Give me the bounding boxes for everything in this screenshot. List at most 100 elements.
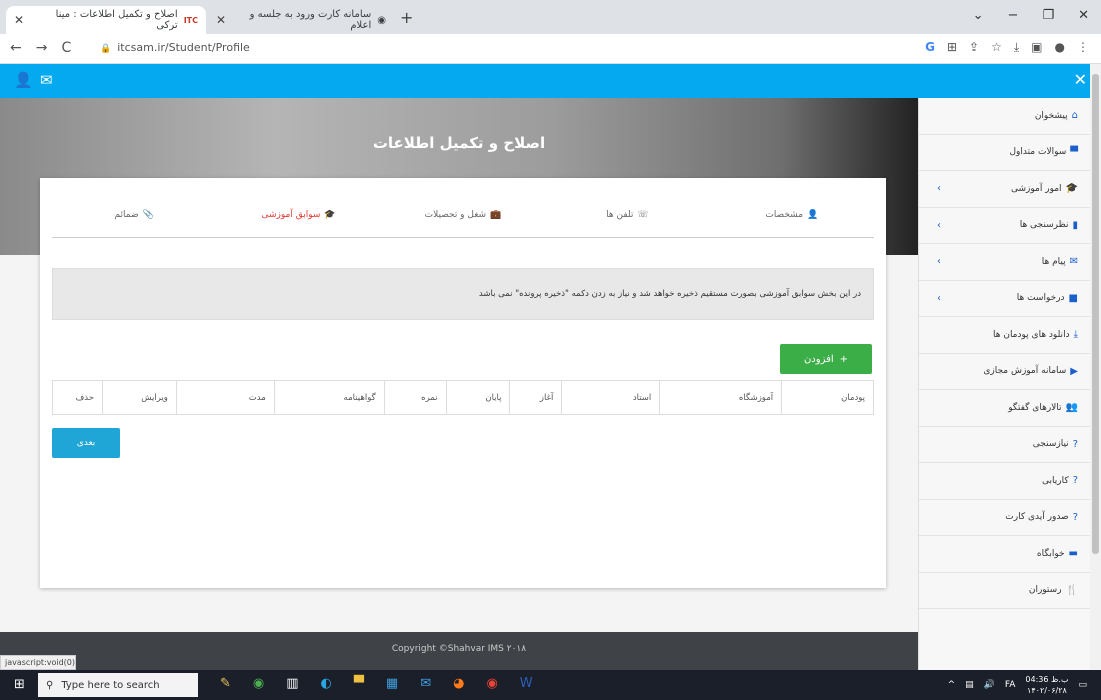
home-icon: ⌂ bbox=[1071, 110, 1078, 122]
utensils-icon: 🍴 bbox=[1065, 584, 1078, 596]
chevron-left-icon: ‹ bbox=[937, 183, 941, 195]
comment-icon: ■ bbox=[1068, 292, 1078, 304]
back-icon[interactable]: ← bbox=[10, 40, 22, 56]
minimize-icon[interactable]: − bbox=[1008, 8, 1019, 23]
question-circle-icon: ? bbox=[1072, 475, 1078, 487]
google-icon[interactable]: G bbox=[925, 40, 935, 55]
sidebar-item-needs-assessment[interactable]: نیازسنجی? bbox=[919, 427, 1090, 463]
user-icon: 👤 bbox=[807, 210, 819, 220]
close-menu-icon[interactable]: ✕ bbox=[1074, 70, 1087, 89]
search-icon: ⚲ bbox=[46, 679, 54, 691]
notification-icon[interactable]: ▭ bbox=[1078, 680, 1087, 690]
volume-icon[interactable]: 🔊 bbox=[984, 680, 995, 690]
task-view-icon[interactable]: ▥ bbox=[286, 676, 298, 691]
sidebar-item-education[interactable]: ‹ امور آموزشی 🎓 bbox=[919, 171, 1090, 208]
next-button[interactable]: بعدی bbox=[52, 428, 120, 458]
bed-icon: ▬ bbox=[1068, 548, 1078, 560]
tab-search-icon[interactable]: ⌄ bbox=[973, 8, 984, 23]
scrollbar-thumb[interactable] bbox=[1092, 74, 1099, 554]
table-header-row: پودمان آموزشگاه استاد آغاز پایان نمره گو… bbox=[52, 380, 874, 415]
chrome-icon[interactable]: ◉ bbox=[253, 676, 264, 691]
sidebar-item-forums[interactable]: تالارهای گفتگو 👥 bbox=[919, 390, 1090, 427]
download-icon[interactable]: ⤓ bbox=[1014, 40, 1019, 55]
tray-chevron-icon[interactable]: ^ bbox=[948, 680, 956, 690]
tab-phones[interactable]: ☏تلفن ها bbox=[545, 198, 709, 237]
column-header: پودمان bbox=[781, 380, 874, 415]
browser-tab-active[interactable]: ITC اصلاح و تکمیل اطلاعات : مینا ترکی ✕ bbox=[6, 6, 206, 34]
page-scrollbar[interactable] bbox=[1090, 64, 1101, 670]
sidebar-item-faq[interactable]: سوالات متداول ▀ bbox=[919, 135, 1090, 171]
chevron-left-icon: ‹ bbox=[937, 292, 941, 304]
word-icon[interactable]: W bbox=[520, 676, 533, 691]
widgets-icon[interactable]: ✎ bbox=[220, 676, 231, 691]
sidepanel-icon[interactable]: ▣ bbox=[1031, 40, 1042, 55]
column-header: استاد bbox=[561, 380, 661, 415]
translate-icon[interactable]: ⊞ bbox=[947, 40, 957, 55]
sidebar-item-virtual-learning[interactable]: سامانه آموزش مجازی ▶ bbox=[919, 354, 1090, 390]
column-header: حذف bbox=[52, 380, 103, 415]
sidebar-item-job-search[interactable]: کاریابی? bbox=[919, 463, 1090, 500]
sidebar-item-requests[interactable]: ‹ درخواست ها ■ bbox=[919, 281, 1090, 317]
column-header: پایان bbox=[445, 380, 511, 415]
reload-icon[interactable]: C bbox=[61, 40, 71, 56]
file-explorer-icon[interactable]: ▀ bbox=[354, 676, 364, 691]
chrome-active-icon[interactable]: ◉ bbox=[486, 676, 497, 691]
main-content: اصلاح و تکمیل اطلاعات 👤مشخصات ☏تلفن ها 💼… bbox=[0, 98, 918, 632]
info-notice: در این بخش سوابق آموزشی بصورت مستقیم ذخی… bbox=[52, 268, 874, 320]
column-header: مدت bbox=[175, 380, 275, 415]
browser-tab[interactable]: ◉ سامانه کارت ورود به جلسه و اعلام ✕ bbox=[208, 6, 394, 34]
sidebar-item-id-card[interactable]: صدور آیدی کارت? bbox=[919, 500, 1090, 536]
chat-icon: ▀ bbox=[1070, 146, 1078, 158]
restore-icon[interactable]: ❐ bbox=[1042, 8, 1054, 23]
browser-tab-strip: ITC اصلاح و تکمیل اطلاعات : مینا ترکی ✕ … bbox=[0, 0, 1101, 34]
page-title: اصلاح و تکمیل اطلاعات bbox=[372, 134, 546, 152]
taskbar-apps: ✎ ◉ ▥ ◐ ▀ ▦ ✉ ◕ ◉ W bbox=[220, 676, 533, 691]
close-tab-icon[interactable]: ✕ bbox=[216, 13, 226, 27]
edge-icon[interactable]: ◐ bbox=[321, 676, 332, 691]
tab-attachments[interactable]: 📎ضمائم bbox=[52, 198, 216, 237]
firefox-icon[interactable]: ◕ bbox=[453, 676, 464, 691]
app-top-bar: 👤 ✉ ✕ bbox=[0, 64, 1101, 98]
url-field[interactable]: 🔒 itcsam.ir/Student/Profile bbox=[100, 41, 250, 54]
question-circle-icon: ? bbox=[1072, 438, 1078, 450]
education-records-table: پودمان آموزشگاه استاد آغاز پایان نمره گو… bbox=[52, 380, 874, 415]
graduation-cap-icon: 🎓 bbox=[324, 210, 336, 220]
chevron-left-icon: ‹ bbox=[937, 219, 941, 231]
download-icon: ⤓ bbox=[1073, 329, 1078, 341]
clock[interactable]: 04:36 ب.ظ ۱۴۰۲/۰۶/۲۸ bbox=[1025, 674, 1068, 696]
sidebar-item-messages[interactable]: ‹ پیام ها ✉ bbox=[919, 244, 1090, 281]
tab-educational-records[interactable]: 🎓سوابق آموزشی bbox=[216, 198, 380, 237]
profile-icon[interactable]: ● bbox=[1055, 40, 1065, 55]
taskbar-search[interactable]: ⚲ Type here to search bbox=[38, 673, 198, 697]
sidebar-item-downloads[interactable]: دانلود های پودمان ها ⤓ bbox=[919, 317, 1090, 354]
windows-start-icon[interactable]: ⊞ bbox=[14, 677, 25, 692]
sidebar-item-dormitory[interactable]: خوابگاه ▬ bbox=[919, 536, 1090, 573]
sidebar-item-restaurant[interactable]: رستوران 🍴 bbox=[919, 573, 1090, 609]
users-icon: 👥 bbox=[1065, 402, 1078, 414]
forward-icon[interactable]: → bbox=[36, 40, 48, 56]
status-bar-link: javascript:void(0) bbox=[0, 655, 76, 670]
new-tab-button[interactable]: + bbox=[400, 8, 413, 27]
paperclip-icon: 📎 bbox=[142, 210, 154, 220]
sidebar-item-dashboard[interactable]: پیشخوان ⌂ bbox=[919, 98, 1090, 135]
network-icon[interactable]: ▤ bbox=[965, 680, 974, 690]
graduation-cap-icon: 🎓 bbox=[1065, 183, 1078, 195]
envelope-icon[interactable]: ✉ bbox=[40, 71, 53, 89]
windows-taskbar: ⊞ ⚲ Type here to search ✎ ◉ ▥ ◐ ▀ ▦ ✉ ◕ … bbox=[0, 670, 1101, 700]
chevron-left-icon: ‹ bbox=[937, 256, 941, 268]
user-icon[interactable]: 👤 bbox=[14, 71, 33, 89]
bookmark-star-icon[interactable]: ☆ bbox=[991, 40, 1002, 55]
sidebar-item-surveys[interactable]: ‹ نظرسنجی ها ▮ bbox=[919, 208, 1090, 244]
store-icon[interactable]: ▦ bbox=[386, 676, 398, 691]
tab-job-education[interactable]: 💼شغل و تحصیلات bbox=[381, 198, 545, 237]
close-window-icon[interactable]: ✕ bbox=[1078, 8, 1089, 23]
share-icon[interactable]: ⇪ bbox=[969, 40, 979, 55]
language-indicator[interactable]: FA bbox=[1005, 680, 1016, 690]
mail-icon[interactable]: ✉ bbox=[420, 676, 431, 691]
close-tab-icon[interactable]: ✕ bbox=[14, 13, 24, 27]
column-header: آغاز bbox=[509, 380, 563, 415]
lock-icon: 🔒 bbox=[100, 44, 112, 54]
tab-profile[interactable]: 👤مشخصات bbox=[710, 198, 874, 237]
menu-icon[interactable]: ⋮ bbox=[1077, 40, 1089, 55]
add-button[interactable]: + افزودن bbox=[780, 344, 872, 374]
